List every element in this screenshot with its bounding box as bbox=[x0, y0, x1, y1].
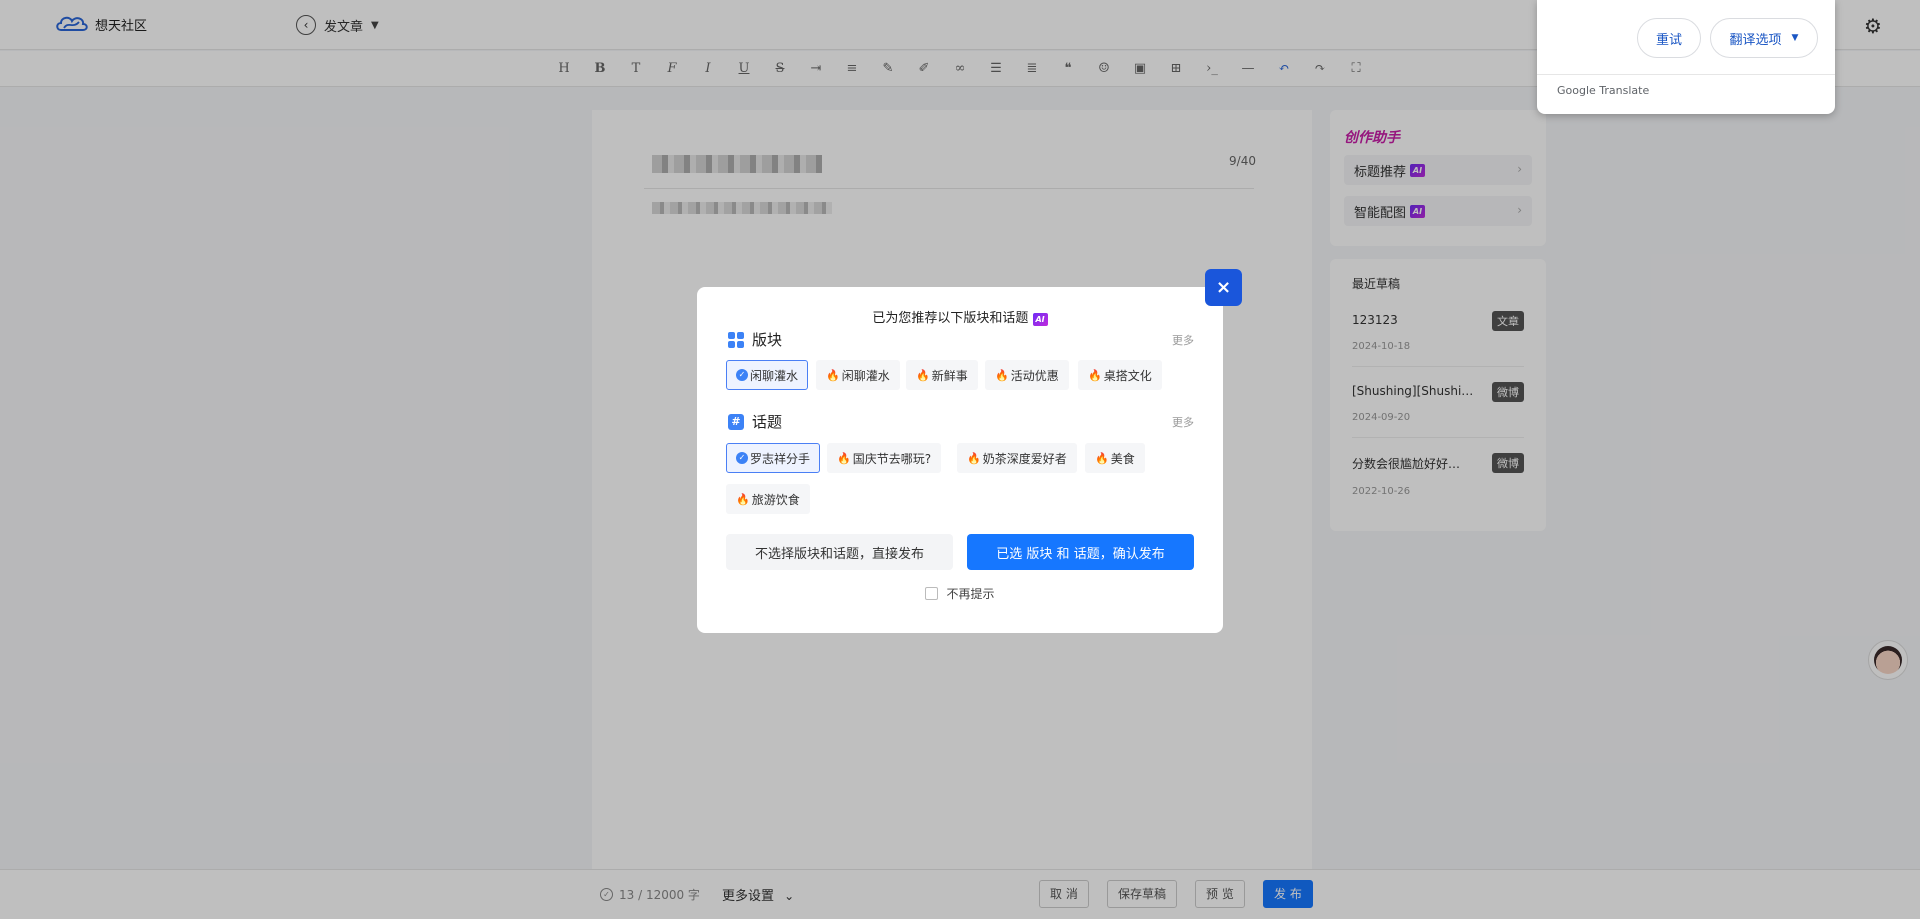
fire-icon: 🔥 bbox=[995, 368, 1009, 382]
fire-icon: 🔥 bbox=[967, 451, 981, 465]
topic-chip[interactable]: ✓ 罗志祥分手 bbox=[726, 443, 821, 473]
topic-chip[interactable]: 🔥 奶茶深度爱好者 bbox=[957, 443, 1077, 473]
chip-label: 国庆节去哪玩? bbox=[852, 451, 932, 466]
board-more-link[interactable]: 更多 bbox=[1172, 332, 1194, 348]
check-icon: ✓ bbox=[736, 452, 748, 464]
board-section-title: 版块 bbox=[752, 331, 783, 349]
fire-icon: 🔥 bbox=[826, 368, 840, 382]
no-remind-option[interactable]: 不再提示 bbox=[697, 585, 1223, 602]
topic-chip[interactable]: 🔥 旅游饮食 bbox=[726, 484, 810, 514]
google-logo-text: Google bbox=[1557, 84, 1596, 97]
no-remind-label: 不再提示 bbox=[946, 587, 995, 601]
chip-label: 新鲜事 bbox=[931, 368, 968, 383]
board-chip[interactable]: 🔥 新鲜事 bbox=[906, 360, 978, 390]
chip-label: 罗志祥分手 bbox=[750, 451, 811, 466]
modal-title: 已为您推荐以下版块和话题 AI bbox=[697, 307, 1223, 326]
topic-section-header: # 话题 bbox=[728, 411, 782, 432]
chip-label: 桌搭文化 bbox=[1103, 368, 1152, 383]
close-icon[interactable]: × bbox=[1205, 269, 1242, 306]
fire-icon: 🔥 bbox=[916, 368, 930, 382]
retry-button[interactable]: 重试 bbox=[1637, 18, 1701, 58]
board-chip[interactable]: 🔥 桌搭文化 bbox=[1078, 360, 1162, 390]
fire-icon: 🔥 bbox=[1088, 368, 1102, 382]
ai-badge: AI bbox=[1032, 313, 1048, 326]
translate-popup: 重试 翻译选项 ▼ Google Translate bbox=[1537, 0, 1835, 114]
no-remind-checkbox[interactable] bbox=[925, 587, 939, 600]
hashtag-icon: # bbox=[728, 413, 744, 430]
board-chip[interactable]: ✓ 闲聊灌水 bbox=[726, 360, 809, 390]
chip-label: 闲聊灌水 bbox=[841, 368, 890, 383]
fire-icon: 🔥 bbox=[1095, 451, 1109, 465]
topic-chip[interactable]: 🔥 美食 bbox=[1085, 443, 1145, 473]
grid-icon bbox=[728, 331, 744, 348]
chip-label: 奶茶深度爱好者 bbox=[982, 451, 1067, 466]
board-section-header: 版块 bbox=[728, 329, 782, 350]
translate-logo-text: Translate bbox=[1599, 84, 1650, 97]
caret-down-icon: ▼ bbox=[1791, 33, 1799, 43]
skip-publish-button[interactable]: 不选择版块和话题，直接发布 bbox=[726, 534, 953, 570]
topic-section-title: 话题 bbox=[752, 413, 783, 431]
fire-icon: 🔥 bbox=[736, 492, 750, 506]
chip-label: 旅游饮食 bbox=[751, 492, 800, 507]
retry-label: 重试 bbox=[1655, 32, 1682, 48]
fire-icon: 🔥 bbox=[837, 451, 851, 465]
google-translate-brand: Google Translate bbox=[1557, 84, 1649, 97]
modal-title-text: 已为您推荐以下版块和话题 bbox=[872, 311, 1029, 326]
chip-label: 美食 bbox=[1110, 451, 1135, 466]
translate-options-label: 翻译选项 bbox=[1729, 32, 1782, 48]
confirm-publish-button[interactable]: 已选 版块 和 话题，确认发布 bbox=[967, 534, 1194, 570]
topic-more-link[interactable]: 更多 bbox=[1172, 414, 1194, 430]
board-chip[interactable]: 🔥 闲聊灌水 bbox=[816, 360, 900, 390]
chip-label: 活动优惠 bbox=[1010, 368, 1059, 383]
board-chip[interactable]: 🔥 活动优惠 bbox=[985, 360, 1069, 390]
divider bbox=[1537, 74, 1835, 75]
recommend-modal: 已为您推荐以下版块和话题 AI 版块 更多 ✓ 闲聊灌水 🔥 闲聊灌水 🔥 新鲜… bbox=[697, 287, 1223, 633]
chip-label: 闲聊灌水 bbox=[750, 368, 799, 383]
topic-chip[interactable]: 🔥 国庆节去哪玩? bbox=[827, 443, 942, 473]
check-icon: ✓ bbox=[736, 369, 748, 381]
translate-options-button[interactable]: 翻译选项 ▼ bbox=[1710, 18, 1818, 58]
